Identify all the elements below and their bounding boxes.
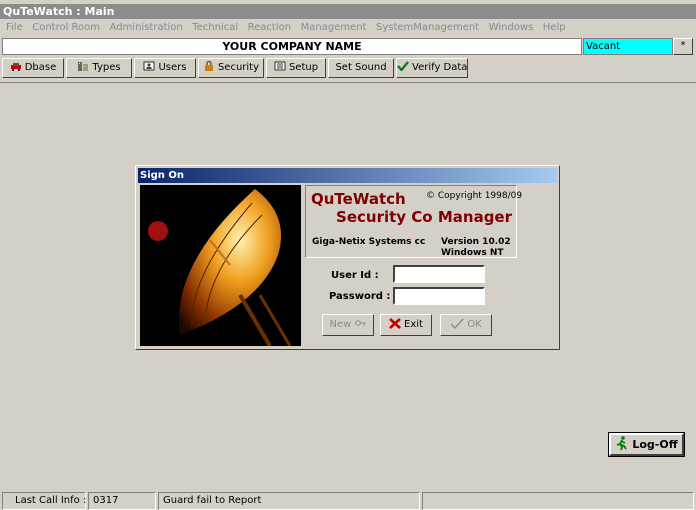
dbase-label: Dbase xyxy=(24,62,57,73)
satellite-dish-icon xyxy=(140,185,301,346)
user-id-input[interactable] xyxy=(393,265,485,283)
users-label: Users xyxy=(158,62,187,73)
version-info: Version 10.02 Windows NT xyxy=(441,237,511,259)
set-sound-label: Set Sound xyxy=(335,62,387,73)
menu-windows[interactable]: Windows xyxy=(489,19,534,37)
users-icon xyxy=(144,61,155,71)
menu-system-management[interactable]: SystemManagement xyxy=(376,19,479,37)
security-button[interactable]: Security xyxy=(198,58,264,78)
running-man-icon xyxy=(617,436,628,451)
verify-data-label: Verify Data xyxy=(412,62,468,73)
toolbar-divider xyxy=(0,82,696,83)
last-call-label: Last Call Info : xyxy=(2,492,86,510)
menu-file[interactable]: File xyxy=(6,19,23,37)
status-bar: Last Call Info : 0317 Guard fail to Repo… xyxy=(0,492,696,510)
users-button[interactable]: Users xyxy=(134,58,196,78)
app-name-line-2: Security Co Manager xyxy=(336,208,512,226)
building-icon xyxy=(78,62,89,71)
security-label: Security xyxy=(217,62,260,73)
password-input[interactable] xyxy=(393,287,485,305)
company-name: YOUR COMPANY NAME xyxy=(2,38,582,55)
menu-management[interactable]: Management xyxy=(301,19,367,37)
satellite-dish-image xyxy=(140,185,301,346)
close-icon xyxy=(389,318,401,329)
set-sound-button[interactable]: Set Sound xyxy=(328,58,394,78)
dialog-title: Sign On xyxy=(138,168,557,183)
log-off-label: Log-Off xyxy=(632,438,678,451)
menu-bar: File Control Room Administration Technic… xyxy=(0,19,696,37)
status-field[interactable]: Vacant xyxy=(583,38,673,55)
status-select-button[interactable]: * xyxy=(673,38,693,55)
dbase-button[interactable]: Dbase xyxy=(2,58,64,78)
new-button[interactable]: New xyxy=(322,314,374,336)
menu-help[interactable]: Help xyxy=(543,19,566,37)
checkmark-icon xyxy=(397,61,409,71)
vendor-name: Giga-Netix Systems cc xyxy=(312,237,426,247)
app-name-line-1: QuTeWatch xyxy=(311,190,406,208)
lock-icon xyxy=(204,61,213,71)
user-id-label: User Id : xyxy=(331,270,379,281)
checkmark-icon xyxy=(450,318,464,330)
car-icon xyxy=(10,63,21,71)
new-label: New xyxy=(329,319,352,330)
types-label: Types xyxy=(92,62,121,73)
sign-on-dialog: Sign On QuTeWatch © Copyright 1998/09 Se… xyxy=(135,165,560,350)
last-call-message: Guard fail to Report xyxy=(158,492,420,510)
setup-label: Setup xyxy=(288,62,319,73)
setup-button[interactable]: Setup xyxy=(266,58,326,78)
ok-button[interactable]: OK xyxy=(440,314,492,336)
key-icon xyxy=(354,320,366,326)
menu-administration[interactable]: Administration xyxy=(110,19,183,37)
last-call-code: 0317 xyxy=(88,492,156,510)
status-panel-empty xyxy=(422,492,694,510)
types-button[interactable]: Types xyxy=(66,58,132,78)
menu-technical[interactable]: Technical xyxy=(192,19,238,37)
version-number: Version 10.02 xyxy=(441,237,511,247)
setup-icon xyxy=(274,61,286,71)
ok-label: OK xyxy=(467,319,482,330)
menu-reaction[interactable]: Reaction xyxy=(248,19,291,37)
last-call-label-text: Last Call Info : xyxy=(15,495,87,506)
exit-button[interactable]: Exit xyxy=(380,314,432,336)
verify-data-button[interactable]: Verify Data xyxy=(396,58,468,78)
menu-control-room[interactable]: Control Room xyxy=(32,19,100,37)
product-info-panel: QuTeWatch © Copyright 1998/09 Security C… xyxy=(305,185,522,259)
password-label: Password : xyxy=(329,291,391,302)
copyright-text: © Copyright 1998/09 xyxy=(426,191,523,201)
log-off-button[interactable]: Log-Off xyxy=(608,432,685,457)
exit-label: Exit xyxy=(404,319,423,330)
platform-name: Windows NT xyxy=(441,248,504,258)
window-title: QuTeWatch : Main xyxy=(0,4,696,19)
